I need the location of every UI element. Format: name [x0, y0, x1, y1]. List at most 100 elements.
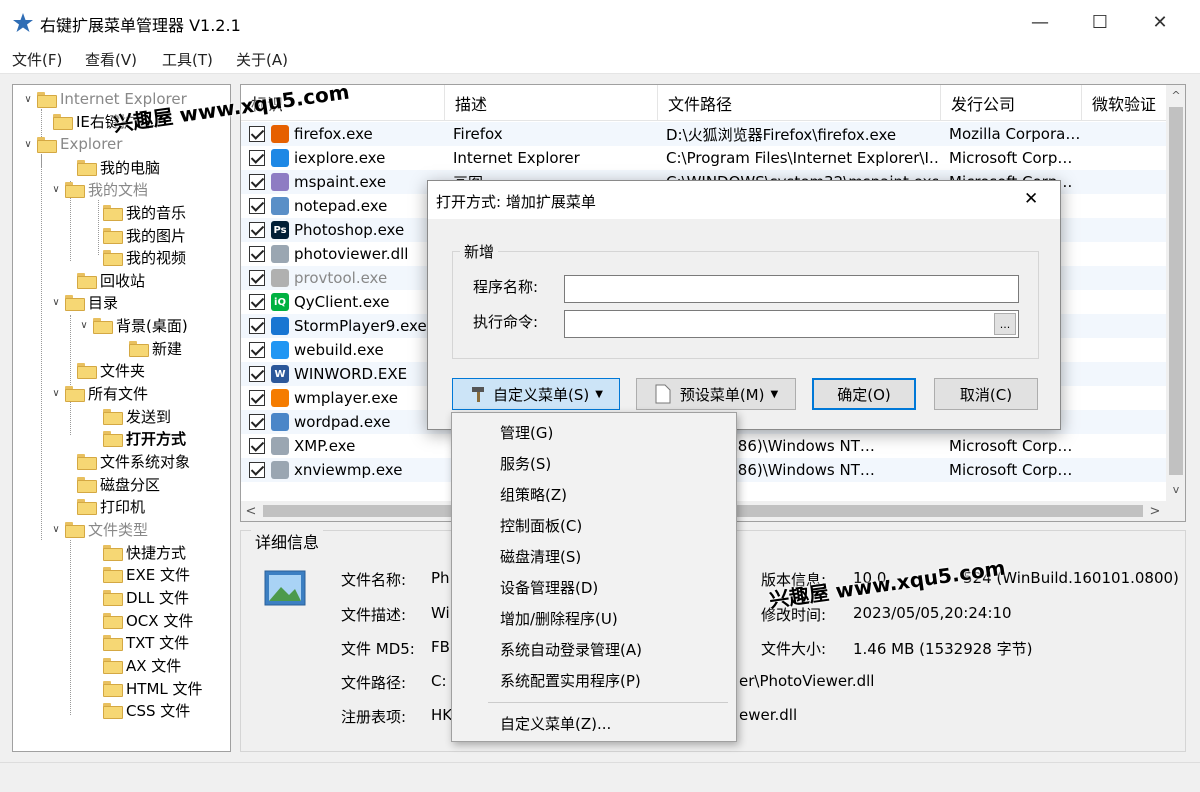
row-company-cell: Mozilla Corpora…	[949, 125, 1079, 143]
popup-menu-item[interactable]: 管理(G)	[500, 422, 553, 443]
dialog-close-icon[interactable]: ✕	[1024, 189, 1038, 209]
checkbox[interactable]	[249, 270, 265, 286]
checkbox[interactable]	[249, 342, 265, 358]
row-id-cell: iexplore.exe	[249, 146, 445, 170]
tree-node-file-types[interactable]: ∨ 文件类型	[49, 518, 148, 540]
popup-menu-item[interactable]: 磁盘清理(S)	[500, 546, 581, 567]
popup-item-custom[interactable]: 自定义菜单(Z)...	[500, 713, 611, 734]
tree-node-my-documents[interactable]: ∨ 我的文档	[49, 178, 148, 200]
cancel-button[interactable]: 取消(C)	[934, 378, 1038, 410]
menu-file[interactable]: 文件(F)	[12, 49, 62, 70]
tree-node-ax[interactable]: AX 文件	[103, 654, 181, 676]
tree-label: 文件类型	[88, 520, 149, 539]
menu-about[interactable]: 关于(A)	[236, 49, 288, 70]
command-input[interactable]	[564, 310, 1019, 338]
category-tree[interactable]: ∨ Internet Explorer IE右键扩展 ∨ Explorer 我的电脑…	[12, 84, 231, 752]
popup-menu-item[interactable]: 增加/删除程序(U)	[500, 608, 618, 629]
checkbox[interactable]	[249, 462, 265, 478]
popup-menu-item[interactable]: 服务(S)	[500, 453, 551, 474]
checkbox[interactable]	[249, 414, 265, 430]
tree-node-my-music[interactable]: 我的音乐	[103, 201, 186, 223]
tree-label: Explorer	[60, 135, 123, 153]
tree-node-exe[interactable]: EXE 文件	[103, 563, 190, 585]
new-group-label: 新增	[460, 241, 499, 262]
popup-menu-item[interactable]: 系统配置实用程序(P)	[500, 670, 641, 691]
tree-node-my-videos[interactable]: 我的视频	[103, 246, 186, 268]
checkbox[interactable]	[249, 246, 265, 262]
tree-node-open-with[interactable]: 打开方式	[103, 427, 186, 449]
checkbox[interactable]	[249, 126, 265, 142]
tree-node-recycle-bin[interactable]: 回收站	[77, 269, 145, 291]
maximize-button[interactable]: ☐	[1070, 0, 1130, 44]
tree-node-fs-objects[interactable]: 文件系统对象	[77, 450, 190, 472]
tree-node-my-computer[interactable]: 我的电脑	[77, 156, 160, 178]
table-row[interactable]: iexplore.exe Internet Explorer C:\Program …	[241, 146, 1166, 170]
scroll-right-icon[interactable]: >	[1145, 501, 1165, 521]
tree-node-txt[interactable]: TXT 文件	[103, 631, 189, 653]
row-id-cell: webuild.exe	[249, 338, 445, 362]
row-id-cell: firefox.exe	[249, 122, 445, 146]
checkbox[interactable]	[249, 390, 265, 406]
checkbox[interactable]	[249, 318, 265, 334]
scroll-left-icon[interactable]: <	[241, 501, 261, 521]
program-name: webuild.exe	[294, 341, 384, 359]
checkbox[interactable]	[249, 438, 265, 454]
tree-node-css[interactable]: CSS 文件	[103, 699, 190, 721]
column-header-desc[interactable]: 描述	[445, 85, 658, 121]
tree-node-all-files[interactable]: ∨ 所有文件	[49, 382, 148, 404]
chevron-down-icon[interactable]: ∨	[49, 388, 63, 399]
browse-button[interactable]: ...	[994, 313, 1016, 335]
program-name-label: 程序名称:	[473, 278, 539, 296]
chevron-down-icon[interactable]: ∨	[49, 184, 63, 195]
tree-node-ocx[interactable]: OCX 文件	[103, 609, 193, 631]
popup-menu-item[interactable]: 系统自动登录管理(A)	[500, 639, 642, 660]
scroll-down-icon[interactable]: v	[1166, 479, 1185, 499]
folder-icon	[103, 703, 123, 719]
tree-node-directory[interactable]: ∨ 目录	[49, 291, 118, 313]
checkbox[interactable]	[249, 150, 265, 166]
menu-view[interactable]: 查看(V)	[85, 49, 137, 70]
folder-icon	[103, 205, 123, 221]
window-title: 右键扩展菜单管理器 V1.2.1	[40, 16, 241, 35]
tree-node-drives[interactable]: 磁盘分区	[77, 473, 160, 495]
preset-menu-button[interactable]: 预设菜单(M) ▼	[636, 378, 796, 410]
table-row[interactable]: firefox.exe Firefox D:\火狐浏览器Firefox\firefo…	[241, 122, 1166, 146]
tree-node-explorer[interactable]: ∨ Explorer	[21, 133, 122, 155]
column-header-verified[interactable]: 微软验证	[1082, 85, 1166, 121]
chevron-down-icon[interactable]: ∨	[77, 320, 91, 331]
column-header-path[interactable]: 文件路径	[658, 85, 941, 121]
tree-label: 文件系统对象	[100, 452, 191, 471]
chevron-down-icon[interactable]: ∨	[21, 94, 35, 105]
chevron-down-icon[interactable]: ∨	[21, 139, 35, 150]
column-header-company[interactable]: 发行公司	[941, 85, 1082, 121]
checkbox[interactable]	[249, 366, 265, 382]
popup-menu-item[interactable]: 控制面板(C)	[500, 515, 582, 536]
ok-button[interactable]: 确定(O)	[812, 378, 916, 410]
tree-node-printers[interactable]: 打印机	[77, 495, 145, 517]
close-button[interactable]: ✕	[1130, 0, 1190, 44]
folder-icon	[103, 681, 123, 697]
popup-menu-item[interactable]: 设备管理器(D)	[500, 577, 598, 598]
checkbox[interactable]	[249, 294, 265, 310]
tree-node-html[interactable]: HTML 文件	[103, 677, 203, 699]
vertical-scrollbar[interactable]: ^ v	[1166, 85, 1185, 501]
popup-menu-item[interactable]: 组策略(Z)	[500, 484, 567, 505]
scroll-thumb[interactable]	[1169, 107, 1183, 475]
tree-node-shortcut[interactable]: 快捷方式	[103, 541, 186, 563]
chevron-down-icon[interactable]: ∨	[49, 524, 63, 535]
program-name-input[interactable]	[564, 275, 1019, 303]
minimize-button[interactable]: —	[1010, 0, 1070, 44]
scroll-up-icon[interactable]: ^	[1166, 85, 1185, 105]
checkbox[interactable]	[249, 174, 265, 190]
tree-node-dll[interactable]: DLL 文件	[103, 586, 189, 608]
tree-node-background[interactable]: ∨ 背景(桌面)	[77, 314, 187, 336]
menu-tools[interactable]: 工具(T)	[162, 49, 213, 70]
chevron-down-icon[interactable]: ∨	[49, 297, 63, 308]
checkbox[interactable]	[249, 222, 265, 238]
tree-node-new[interactable]: 新建	[129, 337, 182, 359]
custom-menu-button[interactable]: 自定义菜单(S) ▼	[452, 378, 620, 410]
checkbox[interactable]	[249, 198, 265, 214]
tree-node-send-to[interactable]: 发送到	[103, 405, 171, 427]
tree-node-my-pictures[interactable]: 我的图片	[103, 224, 186, 246]
tree-node-folder[interactable]: 文件夹	[77, 359, 145, 381]
